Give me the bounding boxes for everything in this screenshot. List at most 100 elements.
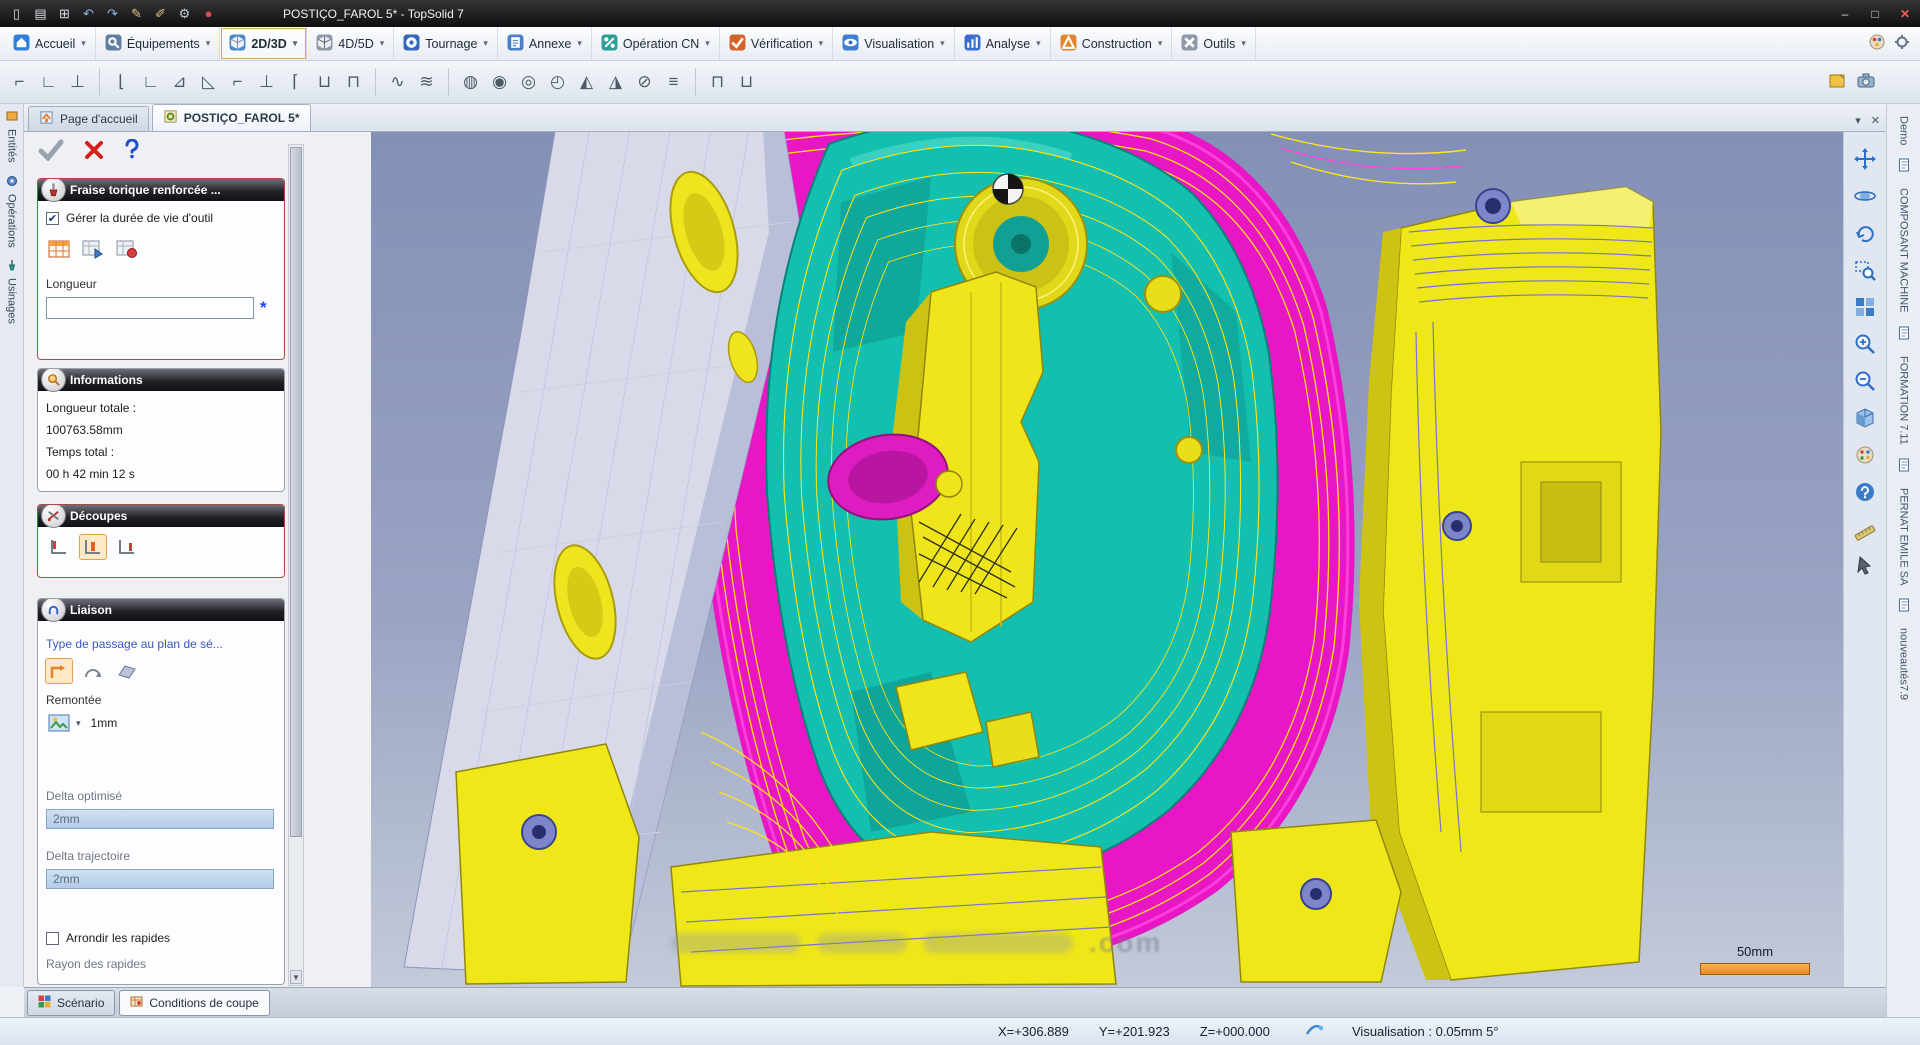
view-manager-icon[interactable] [1852,294,1878,320]
annotate-icon[interactable]: ✐ [150,4,171,23]
ribbon-tab-verification[interactable]: Vérification▾ [720,27,833,60]
cam-tool-icon[interactable]: ◺ [195,67,222,97]
cam-tool-icon[interactable]: ∟ [137,67,164,97]
minimize-button[interactable]: – [1830,0,1860,27]
strip-tab-nouveautes[interactable]: nouveautés7.9 [1898,628,1910,700]
cam-tool-icon[interactable]: ◴ [544,67,571,97]
validate-button[interactable] [38,139,64,164]
zoom-in-icon[interactable] [1852,331,1878,357]
tab-postico-farol[interactable]: POSTIÇO_FAROL 5* [152,104,311,131]
select-cursor-icon[interactable] [1852,553,1878,579]
panel-scrollbar[interactable]: ▼ [288,144,304,986]
tool-section-header[interactable]: Fraise torique renforcée ... [38,179,284,201]
link-plane-icon[interactable] [114,659,140,683]
ribbon-tab-visualization[interactable]: Visualisation▾ [833,27,954,60]
sidebar-tab-entites[interactable]: Entités [6,110,18,163]
ribbon-tab-turning[interactable]: Tournage▾ [394,27,498,60]
ribbon-tab-home[interactable]: Accueil▾ [4,27,96,60]
cut-full-icon[interactable] [80,535,106,559]
chevron-down-icon[interactable]: ▾ [293,38,298,49]
cam-tool-icon[interactable]: ◮ [602,67,629,97]
close-button[interactable]: ✕ [1890,0,1920,27]
cam-tool-icon[interactable]: ⊿ [166,67,193,97]
ribbon-tab-milling-4d5d[interactable]: 4D/5D▾ [307,27,394,60]
scrollbar-thumb[interactable] [290,147,302,837]
cam-tool-icon[interactable]: ⌐ [6,67,33,97]
maximize-button[interactable]: □ [1860,0,1890,27]
ribbon-tab-tools[interactable]: Outils▾ [1172,27,1255,60]
zoom-out-icon[interactable] [1852,368,1878,394]
chevron-down-icon[interactable]: ▾ [380,38,385,49]
chevron-down-icon[interactable]: ▾ [206,38,211,49]
cancel-button[interactable] [84,140,104,163]
tab-conditions-de-coupe[interactable]: Conditions de coupe [119,990,269,1016]
ribbon-tab-nc-operation[interactable]: Opération CN▾ [592,27,720,60]
cam-tool-icon[interactable]: ◉ [486,67,513,97]
chevron-down-icon[interactable]: ▾ [1241,38,1246,49]
chevron-down-icon[interactable]: ▾ [1036,38,1041,49]
camera-icon[interactable] [1856,71,1876,94]
chevron-down-icon[interactable]: ▾ [1158,38,1163,49]
tool-copy-icon[interactable] [114,237,140,261]
chevron-down-icon[interactable]: ▾ [705,38,710,49]
render-style-icon[interactable] [1852,442,1878,468]
cam-tool-icon[interactable]: ⊘ [631,67,658,97]
chevron-down-icon[interactable]: ▾ [577,38,582,49]
ribbon-tab-construction[interactable]: Construction▾ [1051,27,1173,60]
touch-mode-icon[interactable] [1868,33,1886,54]
save-icon[interactable]: ⊞ [54,4,75,23]
tool-table-icon[interactable] [46,237,72,261]
cam-tool-icon[interactable]: ⊔ [311,67,338,97]
tab-scenario[interactable]: Scénario [27,990,115,1016]
cam-tool-icon[interactable]: ≋ [413,67,440,97]
ribbon-options-icon[interactable] [1894,34,1910,53]
passage-type-link[interactable]: Type de passage au plan de sé... [46,637,276,651]
tab-home-page[interactable]: Page d'accueil [28,106,149,131]
redo-icon[interactable]: ↷ [102,4,123,23]
tool-edit-icon[interactable] [80,237,106,261]
cam-tool-icon[interactable]: ◍ [457,67,484,97]
new-document-icon[interactable]: ▯ [6,4,27,23]
sidebar-tab-usinages[interactable]: Usinages [6,259,18,324]
help-button[interactable] [124,139,140,164]
sidebar-tab-operations[interactable]: Opérations [6,175,18,248]
cam-tool-icon[interactable]: ⊥ [253,67,280,97]
screenshot-icon[interactable] [1828,71,1848,94]
link-direct-icon[interactable] [46,659,72,683]
chevron-down-icon[interactable]: ▾ [81,38,86,49]
informations-header[interactable]: Informations [38,369,284,391]
tool-life-checkbox[interactable]: ✔ [46,212,59,225]
chevron-down-icon[interactable]: ▾ [940,38,945,49]
cam-tool-icon[interactable]: ⊔ [733,67,760,97]
cam-tool-icon[interactable]: ◎ [515,67,542,97]
cam-tool-icon[interactable]: ∿ [384,67,411,97]
strip-tab-formation[interactable]: FORMATION 7.11 [1898,356,1910,445]
cam-tool-icon[interactable]: ⌈ [282,67,309,97]
ribbon-tab-analysis[interactable]: Analyse▾ [955,27,1051,60]
cam-tool-icon[interactable]: ⊥ [64,67,91,97]
record-icon[interactable]: ● [198,4,219,23]
orbit-icon[interactable] [1852,183,1878,209]
ribbon-tab-milling-2d3d[interactable]: 2D/3D▾ [220,27,307,60]
length-input[interactable] [46,297,254,319]
zoom-window-icon[interactable] [1852,257,1878,283]
scrollbar-down-button[interactable]: ▼ [290,970,302,984]
3d-viewport-canvas[interactable] [371,132,1843,987]
link-arc-icon[interactable] [80,659,106,683]
open-document-icon[interactable]: ▤ [30,4,51,23]
cut-end-icon[interactable] [114,535,140,559]
previous-view-icon[interactable] [1852,220,1878,246]
cam-tool-icon[interactable]: ⊓ [340,67,367,97]
cam-tool-icon[interactable]: ≡ [660,67,687,97]
arrondir-checkbox[interactable] [46,932,59,945]
liaison-header[interactable]: Liaison [38,599,284,621]
cut-start-icon[interactable] [46,535,72,559]
move-icon[interactable] [1852,146,1878,172]
cam-tool-icon[interactable]: ⊓ [704,67,731,97]
decoupes-header[interactable]: Découpes [38,505,284,527]
cam-tool-icon[interactable]: ◭ [573,67,600,97]
help-icon[interactable] [1852,479,1878,505]
cam-tool-icon[interactable]: ⌐ [224,67,251,97]
edit-icon[interactable]: ✎ [126,4,147,23]
measure-icon[interactable] [1852,516,1878,542]
